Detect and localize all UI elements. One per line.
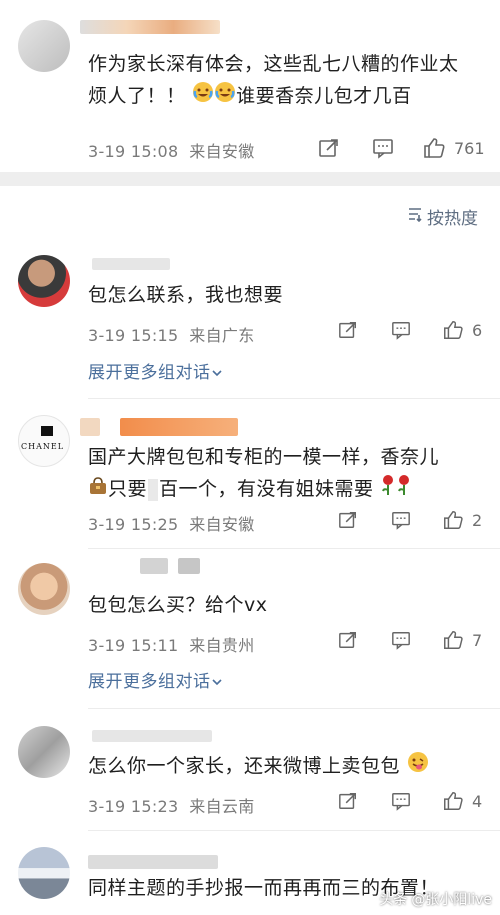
comment-meta: 3-19 15:23 来自云南	[88, 797, 255, 816]
expand-thread-link[interactable]: 展开更多组对话	[88, 667, 223, 692]
expand-thread-link[interactable]: 展开更多组对话	[88, 358, 223, 383]
comment-text: 作为家长深有体会，这些乱七八糟的作业太 烦人了！！ 谁要香奈儿包才几百	[88, 48, 484, 113]
username-blurred[interactable]	[88, 855, 218, 869]
repost-button[interactable]	[318, 137, 340, 159]
comment-text: 包包怎么买？给个vx	[88, 594, 268, 616]
divider	[88, 398, 500, 399]
like-button[interactable]: 7	[442, 629, 482, 651]
avatar[interactable]: CHANEL	[18, 415, 70, 467]
comment-button[interactable]	[391, 630, 411, 650]
censored-block	[148, 478, 159, 501]
comment-button[interactable]	[391, 791, 411, 811]
comment-button[interactable]	[391, 320, 411, 340]
comment-text: 国产大牌包包和专柜的一模一样，香奈儿 只要 百一个，有没有姐妹需要	[88, 441, 484, 506]
username-blurred[interactable]	[80, 418, 100, 436]
chevron-down-icon	[211, 672, 223, 692]
divider	[88, 548, 500, 549]
laugh-cry-emoji	[214, 81, 236, 113]
chevron-down-icon	[211, 363, 223, 383]
watermark: 头条 @张小阳live	[379, 892, 492, 908]
comment-icon	[372, 137, 394, 159]
like-count: 7	[472, 630, 483, 650]
comment-button[interactable]	[391, 510, 411, 530]
avatar[interactable]	[18, 726, 70, 778]
repost-icon	[338, 320, 358, 340]
username-blurred[interactable]	[92, 730, 212, 742]
comment-icon	[391, 510, 411, 530]
like-button[interactable]: 2	[442, 509, 482, 531]
divider	[88, 830, 500, 831]
repost-icon	[338, 791, 358, 811]
thumbs-up-icon	[442, 629, 464, 651]
chanel-logo-text: CHANEL	[21, 442, 65, 451]
handbag-emoji	[88, 474, 108, 506]
repost-icon	[338, 510, 358, 530]
comment-meta: 3-19 15:08 来自安徽	[88, 142, 255, 161]
sort-toggle[interactable]: 按热度	[407, 204, 478, 229]
tongue-out-emoji	[407, 751, 429, 783]
avatar[interactable]	[18, 20, 70, 72]
thumbs-up-icon	[442, 319, 464, 341]
like-count: 6	[472, 320, 483, 340]
username-blurred[interactable]	[120, 418, 238, 436]
repost-button[interactable]	[338, 510, 358, 530]
section-divider	[0, 172, 500, 186]
thumbs-up-icon	[442, 790, 464, 812]
comment-button[interactable]	[372, 137, 394, 159]
thumbs-up-icon	[442, 509, 464, 531]
comment-text: 包怎么联系，我也想要	[88, 284, 284, 306]
comment-icon	[391, 791, 411, 811]
like-count: 4	[472, 791, 483, 811]
sort-icon	[407, 206, 423, 227]
comment-meta: 3-19 15:25 来自安徽	[88, 515, 255, 534]
username-blurred[interactable]	[140, 558, 168, 574]
like-button[interactable]: 761	[422, 136, 485, 160]
repost-icon	[338, 630, 358, 650]
comment-meta: 3-19 15:11 来自贵州	[88, 636, 255, 655]
repost-button[interactable]	[338, 791, 358, 811]
avatar[interactable]	[18, 847, 70, 899]
like-button[interactable]: 4	[442, 790, 482, 812]
repost-button[interactable]	[338, 320, 358, 340]
rose-emoji	[396, 474, 412, 506]
like-count: 2	[472, 510, 483, 530]
comment-meta: 3-19 15:15 来自广东	[88, 326, 255, 345]
comment-icon	[391, 630, 411, 650]
username-blurred[interactable]	[178, 558, 200, 574]
repost-button[interactable]	[338, 630, 358, 650]
comment-icon	[391, 320, 411, 340]
rose-emoji	[380, 474, 396, 506]
username-blurred[interactable]	[80, 20, 220, 34]
repost-icon	[318, 137, 340, 159]
comment-text: 怎么你一个家长，还来微博上卖包包	[88, 750, 484, 783]
laugh-cry-emoji	[192, 81, 214, 113]
avatar[interactable]	[18, 255, 70, 307]
thumbs-up-icon	[422, 136, 446, 160]
like-count: 761	[454, 138, 485, 158]
like-button[interactable]: 6	[442, 319, 482, 341]
divider	[88, 708, 500, 709]
username-blurred[interactable]	[92, 258, 170, 270]
avatar[interactable]	[18, 563, 70, 615]
